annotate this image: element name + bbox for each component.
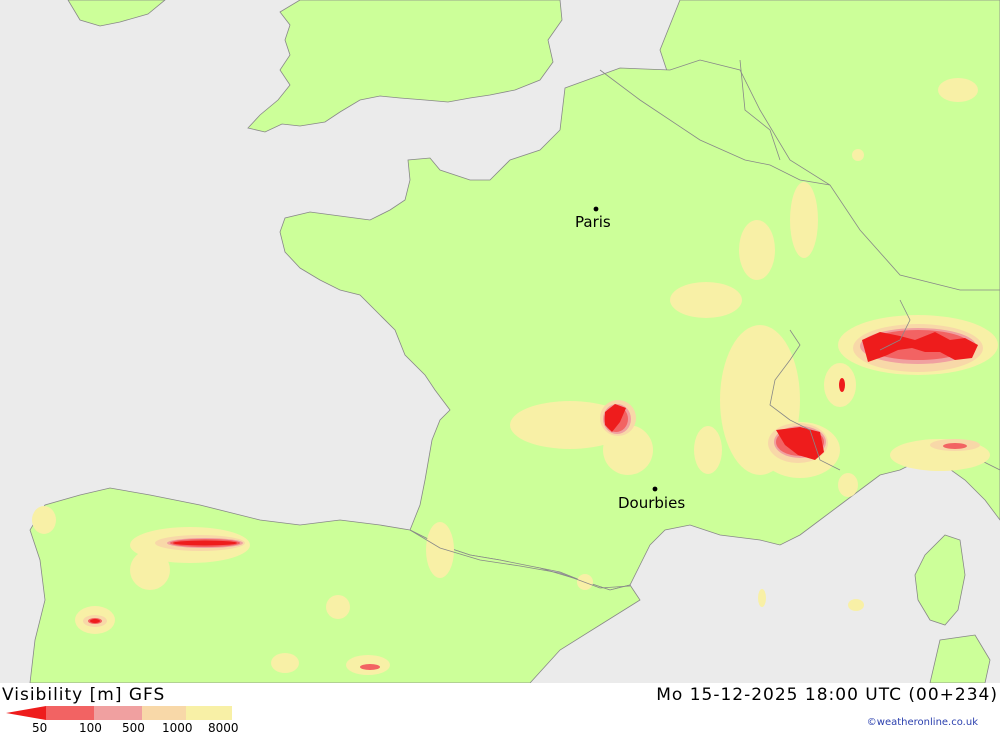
scale-arrow-50 [6, 706, 46, 720]
visibility-color-scale [6, 706, 232, 720]
parameter-title: Visibility [m] GFS [2, 685, 166, 705]
scale-band-8000 [186, 706, 232, 720]
paris-label: Paris [575, 213, 611, 231]
credit-link[interactable]: ©weatheronline.co.uk [867, 717, 978, 728]
dourbies-label: Dourbies [618, 494, 685, 512]
forecast-datetime: Mo 15-12-2025 18:00 UTC (00+234) [656, 685, 998, 705]
paris-marker [593, 206, 599, 212]
scale-band-500 [94, 706, 142, 720]
dourbies-marker [652, 486, 658, 492]
scale-band-100 [46, 706, 94, 720]
scale-band-1000 [142, 706, 186, 720]
map-footer: Visibility [m] GFS Mo 15-12-2025 18:00 U… [0, 683, 1000, 735]
weather-map: Paris Dourbies [0, 0, 1000, 683]
